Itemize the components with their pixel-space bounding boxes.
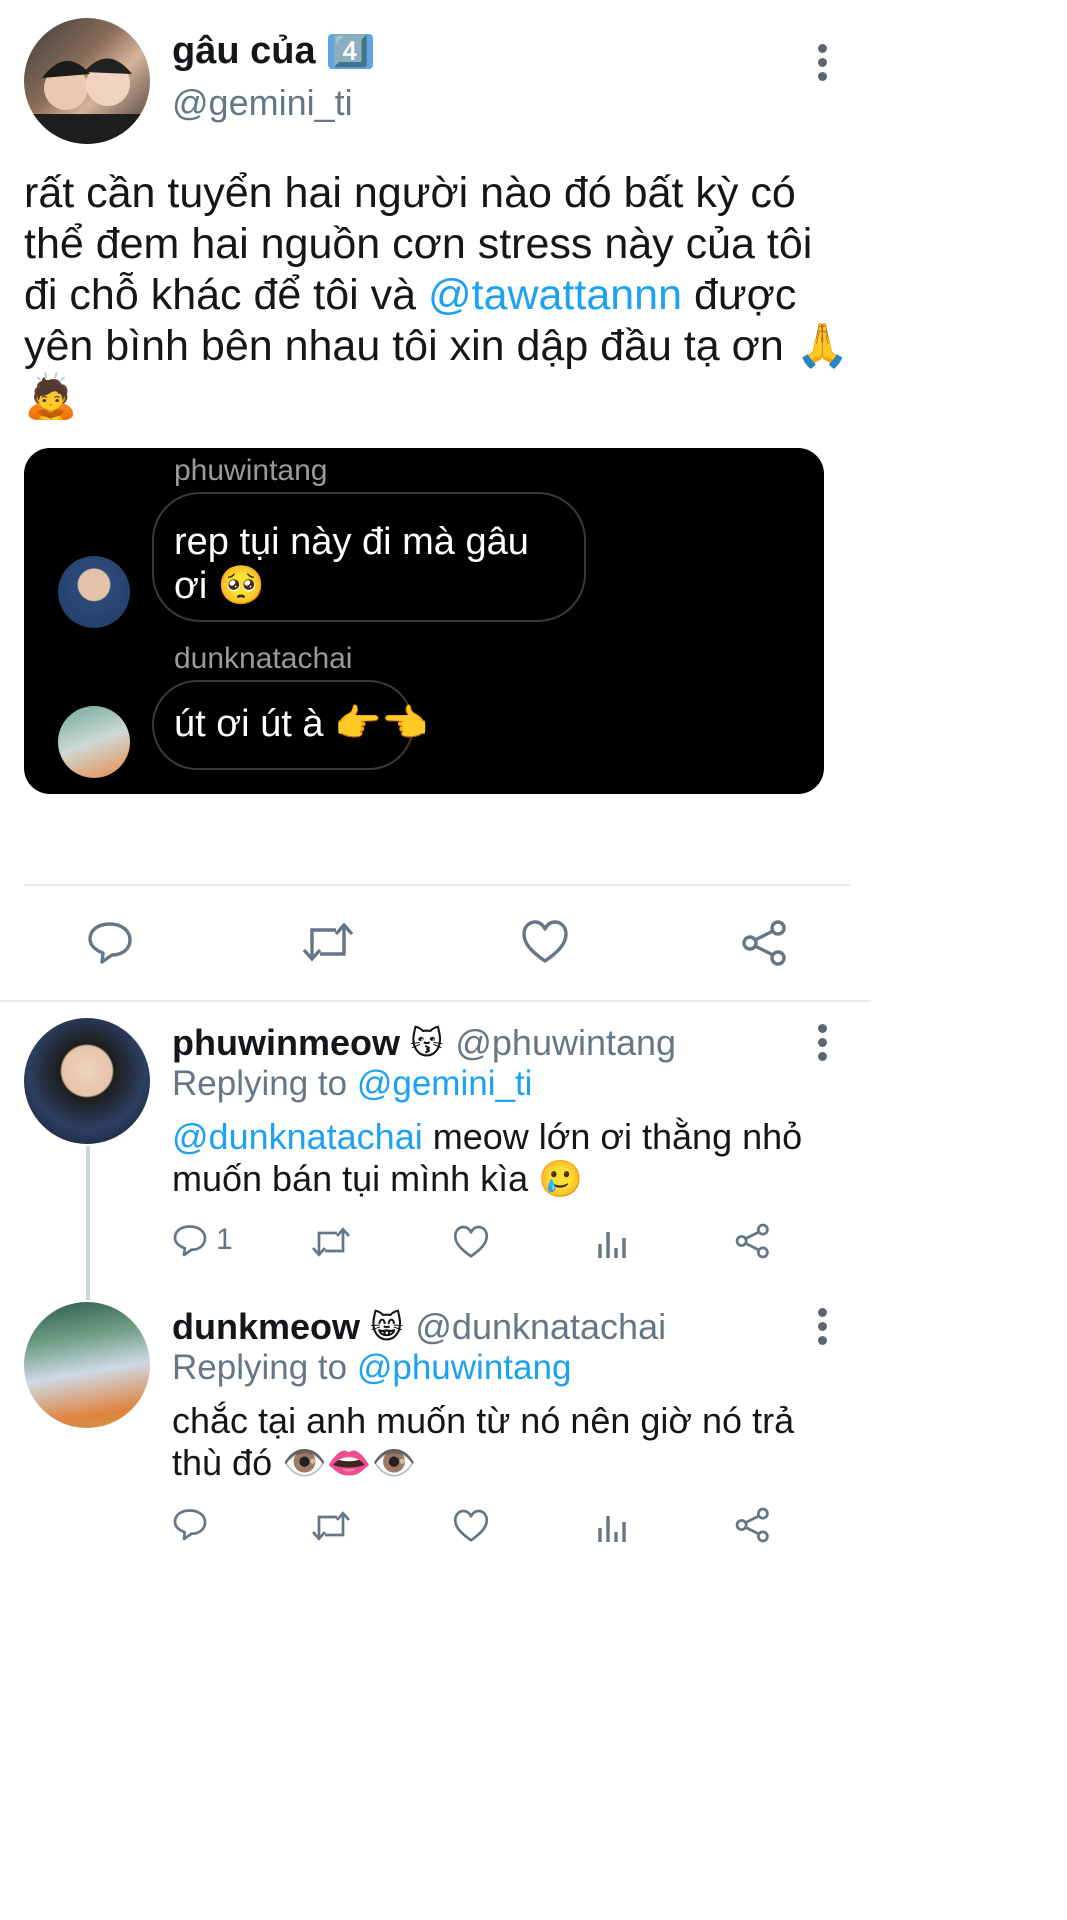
thread-connector-line <box>86 1146 90 1300</box>
share-icon <box>735 1507 769 1543</box>
reply-1-handle[interactable]: @phuwintang <box>455 1022 676 1064</box>
tweet-reply-button[interactable] <box>86 918 134 966</box>
reply-1-share-button[interactable] <box>734 1222 772 1260</box>
reply-1-replying-to-link[interactable]: @gemini_ti <box>357 1064 533 1103</box>
reply-1-text: @dunknatachai meow lớn ơi thằng nhỏ muốn… <box>172 1116 812 1200</box>
reply-1-replying-to: Replying to @gemini_ti <box>172 1064 532 1104</box>
reply-1-reply-count: 1 <box>216 1223 233 1256</box>
tweet-mention-link[interactable]: @tawattannn <box>428 271 682 319</box>
share-icon <box>742 920 786 966</box>
reply-icon <box>173 1225 207 1257</box>
dm-message-bubble-1: rep tụi này đi mà gâu ơi 🥺 <box>152 492 586 622</box>
analytics-icon <box>598 1232 626 1258</box>
reply-2-retweet-button[interactable] <box>310 1508 352 1544</box>
author-name-row: gâu của 4️⃣ <box>172 30 373 73</box>
reply-1-reply-button[interactable]: 1 <box>172 1222 233 1258</box>
reply-2-name-emoji: 😸 <box>370 1308 404 1346</box>
like-icon <box>522 920 568 963</box>
reply-2-display-name[interactable]: dunkmeow <box>172 1306 360 1348</box>
reply-2-text: chắc tại anh muốn từ nó nên giờ nó trả t… <box>172 1400 795 1483</box>
tweet-like-button[interactable] <box>520 918 570 966</box>
tweet-text: rất cần tuyển hai người nào đó bất kỳ có… <box>24 168 852 423</box>
dm-sender-name-1: phuwintang <box>174 454 328 487</box>
author-name-badge: 4️⃣ <box>327 34 373 69</box>
reply-icon <box>173 1509 207 1541</box>
reply-1-replying-label: Replying to <box>172 1064 348 1103</box>
reply-2-handle[interactable]: @dunknatachai <box>415 1306 666 1348</box>
reply-2-avatar[interactable] <box>24 1302 150 1428</box>
analytics-icon <box>598 1516 626 1542</box>
like-icon <box>453 1509 489 1542</box>
dm-sender-name-2: dunknatachai <box>174 642 353 675</box>
tweet-media-image[interactable]: phuwintang rep tụi này đi mà gâu ơi 🥺 du… <box>24 448 824 794</box>
reply-1-more-icon[interactable] <box>817 1024 829 1066</box>
reply-2-reply-button[interactable] <box>172 1506 208 1542</box>
dm-sender-avatar-1 <box>58 556 130 628</box>
reply-2-like-button[interactable] <box>452 1508 490 1544</box>
dm-message-text-2: út ơi út à 👉👈 <box>174 703 429 745</box>
reply-1-analytics-button[interactable] <box>596 1222 630 1260</box>
share-icon <box>735 1223 769 1259</box>
author-display-name[interactable]: gâu của <box>172 30 316 73</box>
reply-2-header: dunkmeow 😸 @dunknatachai <box>172 1306 666 1348</box>
author-avatar-photo <box>24 58 150 144</box>
reply-2-replying-to-link[interactable]: @phuwintang <box>357 1348 572 1387</box>
retweet-icon <box>302 922 354 962</box>
reply-1-retweet-button[interactable] <box>310 1224 352 1260</box>
thread-divider <box>0 1000 871 1002</box>
reply-1-display-name[interactable]: phuwinmeow <box>172 1022 400 1064</box>
reply-2-more-icon[interactable] <box>817 1308 829 1350</box>
dm-message-bubble-2: út ơi út à 👉👈 <box>152 680 429 770</box>
reply-icon <box>88 922 132 964</box>
retweet-icon <box>311 1511 351 1541</box>
reply-2-replying-to: Replying to @phuwintang <box>172 1348 571 1388</box>
author-handle[interactable]: @gemini_ti <box>172 82 353 124</box>
reply-1-header: phuwinmeow 😽 @phuwintang <box>172 1022 676 1064</box>
reply-2-analytics-button[interactable] <box>596 1506 630 1544</box>
reply-1-like-button[interactable] <box>452 1224 490 1260</box>
reply-1-name-emoji: 😽 <box>410 1024 444 1062</box>
like-icon <box>453 1225 489 1258</box>
author-avatar[interactable] <box>24 18 150 144</box>
dm-message-text-1: rep tụi này đi mà gâu ơi 🥺 <box>174 521 529 607</box>
tweet-retweet-button[interactable] <box>300 918 356 966</box>
retweet-icon <box>311 1227 351 1257</box>
tweet-actions-top-divider <box>24 884 850 886</box>
reply-2-replying-label: Replying to <box>172 1348 348 1387</box>
tweet-more-icon[interactable] <box>817 44 829 86</box>
reply-1-mention-link[interactable]: @dunknatachai <box>172 1116 423 1157</box>
reply-1-avatar[interactable] <box>24 1018 150 1144</box>
tweet-share-button[interactable] <box>740 918 790 968</box>
dm-sender-avatar-2 <box>58 706 130 778</box>
reply-2-share-button[interactable] <box>734 1506 772 1544</box>
